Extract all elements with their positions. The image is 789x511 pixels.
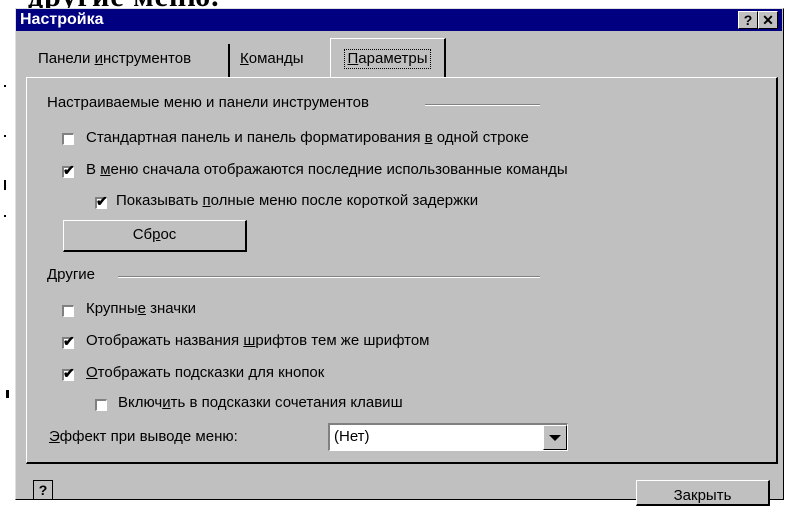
checkbox-single-row[interactable] — [62, 133, 74, 145]
dropdown-arrow-button[interactable] — [543, 425, 567, 450]
chevron-down-icon — [549, 435, 561, 441]
label-font-names: Отображать названия шрифтов тем же шрифт… — [86, 332, 430, 349]
check-icon: ✔ — [63, 162, 75, 178]
label-large-icons: Крупные значки — [86, 300, 197, 317]
tab-toolbars[interactable]: Панели инструментов — [36, 44, 230, 78]
close-button[interactable]: ✕ — [758, 11, 778, 29]
check-icon: ✔ — [63, 365, 75, 381]
checkbox-shortcut-keys[interactable] — [95, 399, 107, 411]
label-menu-effect: Эффект при выводе меню: — [49, 428, 238, 445]
label-full-menus-delay: Показывать полные меню после короткой за… — [116, 192, 479, 209]
label-recent-commands: В меню сначала отображаются последние ис… — [86, 161, 568, 178]
menu-effect-select[interactable]: (Нет) — [328, 423, 568, 451]
document-margin-marks — [3, 40, 9, 480]
checkbox-screentips[interactable]: ✔ — [62, 365, 75, 381]
tab-commands[interactable]: Команды — [240, 44, 324, 78]
group-divider-menus — [425, 104, 540, 106]
label-single-row: Стандартная панель и панель форматирован… — [86, 129, 529, 146]
checkbox-full-menus-delay[interactable]: ✔ — [95, 193, 108, 209]
label-screentips: Отображать подсказки для кнопок — [86, 364, 325, 381]
label-shortcut-keys: Включить в подсказки сочетания клавиш — [118, 394, 403, 411]
help-icon: ? — [38, 482, 48, 498]
tab-toolbars-label: Панели инструментов — [38, 50, 192, 67]
reset-button[interactable]: Сброс — [63, 220, 247, 252]
context-help-button[interactable]: ? — [33, 480, 53, 500]
help-button[interactable]: ? — [738, 11, 758, 29]
tab-options[interactable]: Параметры — [330, 38, 446, 78]
check-icon: ✔ — [63, 333, 75, 349]
close-icon: ✕ — [762, 12, 774, 28]
tab-options-label: Параметры — [343, 49, 432, 69]
checkbox-recent-commands[interactable]: ✔ — [62, 162, 75, 178]
dialog-title: Настройка — [20, 11, 104, 28]
check-icon: ✔ — [96, 193, 108, 209]
menu-effect-value: (Нет) — [334, 428, 370, 445]
help-icon: ? — [743, 12, 753, 28]
checkbox-large-icons[interactable] — [62, 305, 74, 317]
tab-commands-label: Команды — [240, 50, 304, 67]
close-dialog-button[interactable]: Закрыть — [636, 480, 770, 506]
group-title-other: Другие — [47, 266, 96, 283]
group-title-menus: Настраиваемые меню и панели инструментов — [47, 94, 369, 111]
checkbox-font-names[interactable]: ✔ — [62, 333, 75, 349]
title-bar: Настройка ? ✕ — [16, 9, 782, 31]
group-divider-other — [118, 276, 540, 278]
